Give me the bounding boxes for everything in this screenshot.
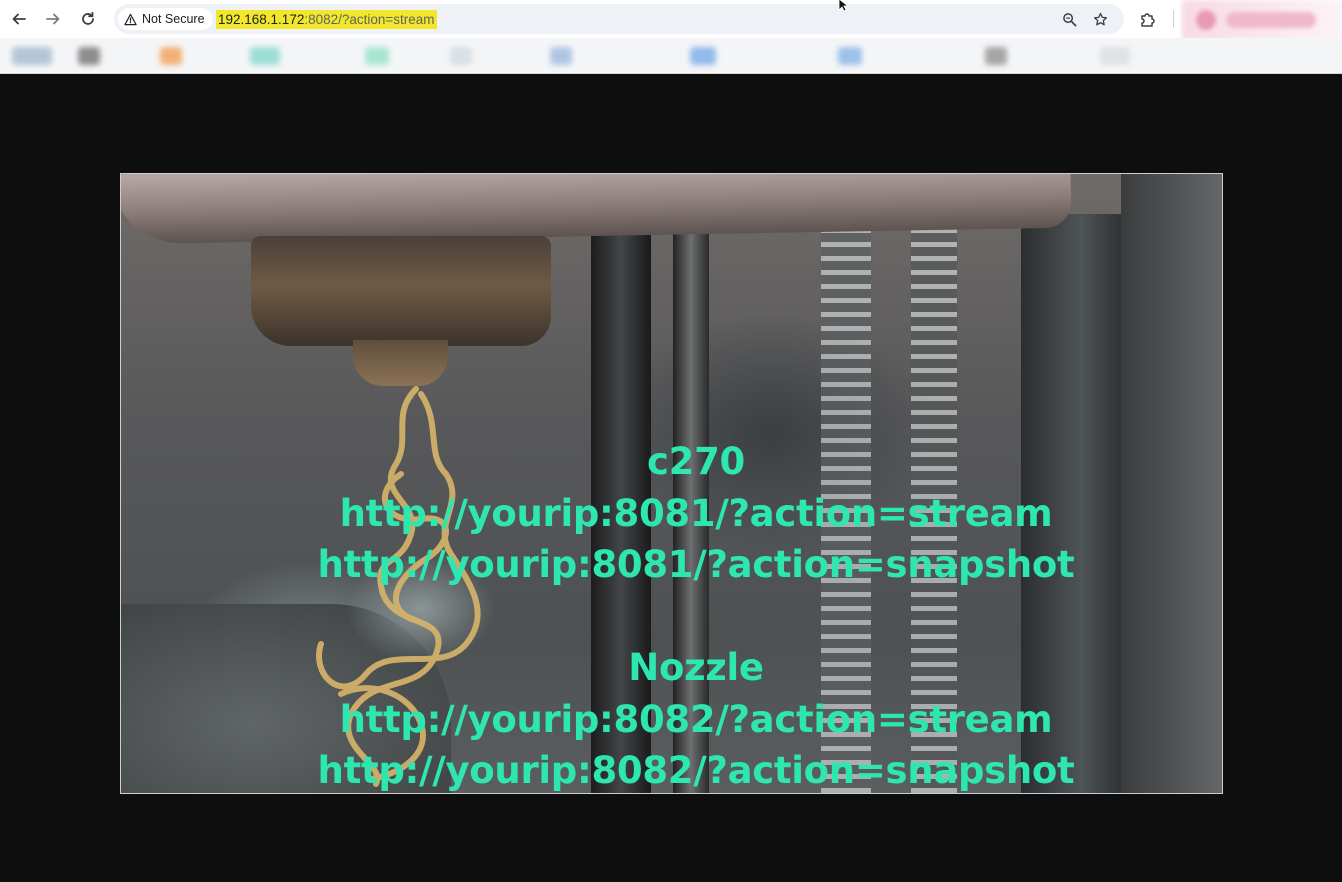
extensions-icon[interactable] [1138, 9, 1158, 29]
mouse-cursor-icon [838, 0, 850, 12]
bookmark-item[interactable] [450, 47, 472, 65]
security-indicator[interactable]: Not Secure [118, 8, 213, 30]
webcam-stream-image: c270 http://yourip:8081/?action=stream h… [120, 173, 1223, 794]
bookmark-item[interactable] [838, 47, 862, 65]
url-host: 192.168.1.172 [218, 12, 305, 27]
camera-name-c270: c270 [647, 440, 745, 483]
bookmark-item[interactable] [985, 47, 1007, 65]
camera-name-nozzle: Nozzle [628, 646, 764, 689]
camera-snapshot-url: http://yourip:8082/?action=snapshot [317, 749, 1075, 792]
camera-stream-url: http://yourip:8082/?action=stream [339, 697, 1053, 741]
bookmark-item[interactable] [12, 47, 52, 65]
bookmark-item[interactable] [690, 47, 716, 65]
toolbar-divider [1173, 10, 1174, 28]
warning-icon [124, 13, 137, 25]
bookmarks-bar [0, 38, 1342, 74]
bookmark-item[interactable] [78, 47, 100, 65]
bookmark-item[interactable] [1100, 47, 1130, 65]
bookmark-star-icon[interactable] [1091, 10, 1109, 28]
stream-overlay-text: c270 http://yourip:8081/?action=stream h… [121, 436, 1222, 793]
bookmark-item[interactable] [160, 47, 182, 65]
profile-label-blurred [1226, 12, 1316, 28]
avatar [1196, 10, 1216, 30]
address-bar[interactable]: Not Secure 192.168.1.172:8082/?action=st… [114, 4, 1124, 34]
url-text[interactable]: 192.168.1.172:8082/?action=stream [216, 10, 437, 29]
bookmark-item[interactable] [365, 47, 389, 65]
camera-snapshot-url: http://yourip:8081/?action=snapshot [317, 543, 1075, 586]
url-path: :8082/?action=stream [304, 12, 435, 27]
browser-toolbar: Not Secure 192.168.1.172:8082/?action=st… [0, 0, 1342, 40]
forward-icon[interactable] [41, 7, 65, 31]
back-icon[interactable] [7, 7, 31, 31]
profile-button[interactable] [1182, 0, 1342, 40]
bookmark-item[interactable] [550, 47, 572, 65]
security-label: Not Secure [142, 12, 205, 26]
camera-stream-url: http://yourip:8081/?action=stream [339, 491, 1053, 535]
reload-icon[interactable] [76, 7, 100, 31]
bookmark-item[interactable] [250, 47, 280, 65]
zoom-icon[interactable] [1060, 10, 1078, 28]
